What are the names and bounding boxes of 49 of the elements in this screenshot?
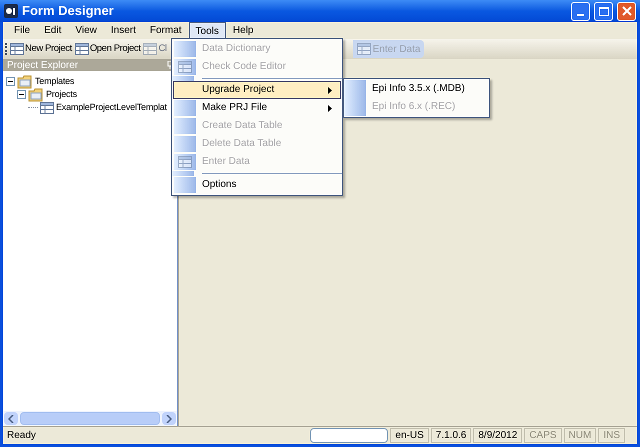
status-panel: 8/9/2012 <box>473 428 522 443</box>
menu-item[interactable]: Edit <box>37 22 68 39</box>
menu-item[interactable]: View <box>68 22 104 39</box>
close-icon <box>622 6 632 16</box>
window-title: Form Designer <box>22 2 115 20</box>
menu-entry[interactable]: Upgrade Project <box>173 81 341 99</box>
status-panel: en-US <box>390 428 429 443</box>
document-icon <box>74 43 89 55</box>
close-button[interactable] <box>617 2 636 20</box>
menu-item[interactable]: Help <box>226 22 260 39</box>
toolbar-button[interactable]: New Project <box>10 42 72 56</box>
scroll-right-icon[interactable] <box>162 412 176 425</box>
table-icon <box>40 102 54 114</box>
document-icon <box>10 43 24 55</box>
scroll-left-icon[interactable] <box>4 412 18 425</box>
collapse-toggle-icon[interactable] <box>17 90 26 99</box>
menu-entry[interactable]: Epi Info 3.5.x (.MDB) <box>344 80 489 98</box>
collapse-toggle-icon[interactable] <box>6 77 15 86</box>
app-icon <box>4 4 18 18</box>
toolbar-button[interactable]: Open Project <box>74 42 140 56</box>
grid-icon <box>356 43 371 55</box>
menu-entry[interactable]: Options <box>173 176 341 194</box>
status-panel: NUM <box>564 428 596 443</box>
menu-icon <box>178 156 192 168</box>
document-icon <box>143 43 158 55</box>
submenu-arrow-icon <box>328 86 332 94</box>
horizontal-scrollbar[interactable] <box>3 411 177 426</box>
menu-item[interactable]: File <box>7 22 38 39</box>
menu-item[interactable]: Insert <box>104 22 143 39</box>
menu-icon <box>178 61 192 73</box>
panel-title: Project Explorer <box>7 58 78 72</box>
folder-icon <box>17 74 33 88</box>
minimize-button[interactable] <box>571 2 590 20</box>
tree-item[interactable]: Projects <box>46 88 77 102</box>
status-panel: INS <box>598 428 625 443</box>
menu-item[interactable]: Tools <box>188 22 226 39</box>
maximize-button[interactable] <box>594 2 613 20</box>
tree-item[interactable]: ExampleProjectLevelTemplat <box>56 100 167 114</box>
pin-icon[interactable] <box>167 61 173 69</box>
status-panel: CAPS <box>524 428 562 443</box>
submenu-arrow-icon <box>328 104 332 112</box>
folder-icon <box>28 88 44 102</box>
menu-entry[interactable]: Make PRJ File <box>173 99 341 117</box>
status-input-field[interactable] <box>310 428 388 443</box>
scroll-thumb[interactable] <box>20 412 160 425</box>
status-panel: 7.1.0.6 <box>430 428 472 443</box>
menu-item[interactable]: Format <box>142 22 189 39</box>
tree-item[interactable]: Templates <box>35 74 74 88</box>
status-text: Ready <box>7 429 37 443</box>
